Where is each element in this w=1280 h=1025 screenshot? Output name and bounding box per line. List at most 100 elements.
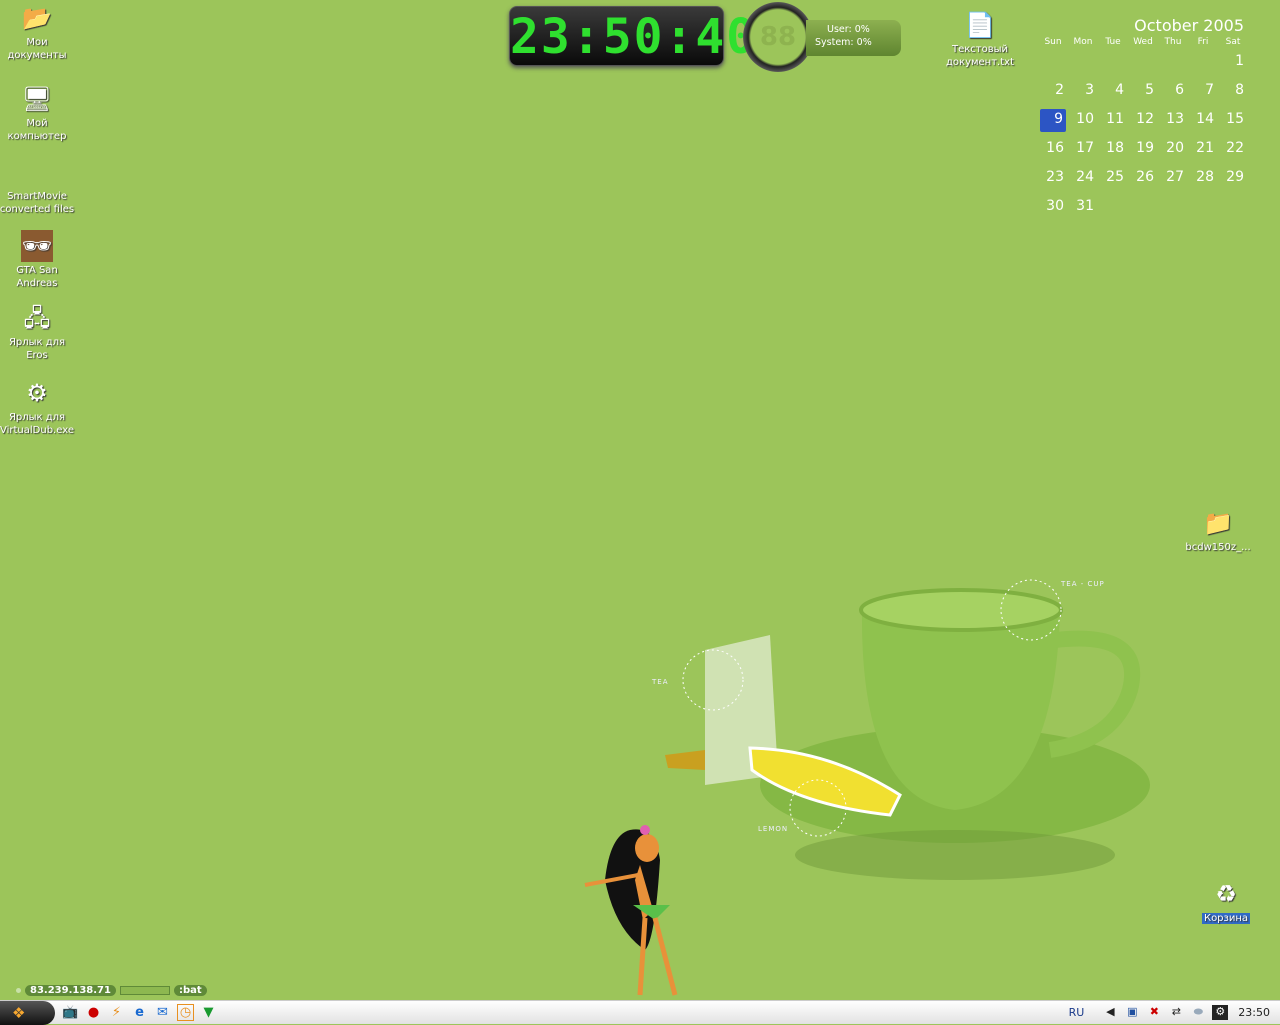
calendar-day[interactable]: 29 xyxy=(1218,163,1248,192)
clock-widget[interactable]: 23:50:40 xyxy=(509,6,755,66)
calendar-day[interactable]: 7 xyxy=(1188,76,1218,105)
calendar-day[interactable]: 12 xyxy=(1128,105,1158,134)
folder-icon: 📁 xyxy=(1203,508,1233,537)
clock-icon[interactable]: ◷ xyxy=(177,1004,194,1021)
network-shortcut-icon: 🖧 xyxy=(23,303,51,332)
cpu-user: User: 0% xyxy=(827,24,870,35)
desktop-icon-text-file[interactable]: 📄 Текстовый документ.txt xyxy=(942,9,1018,69)
calendar-empty-cell xyxy=(1188,47,1218,76)
weekday-label: Mon xyxy=(1073,37,1093,47)
calendar-day[interactable]: 21 xyxy=(1188,134,1218,163)
desktop-icon-virtualdub[interactable]: ⚙ Ярлык для VirtualDub.exe xyxy=(0,377,75,437)
wallpaper-label-cup: TEA - CUP xyxy=(1061,580,1105,588)
connection-arrows-icon[interactable]: ⇄ xyxy=(1168,1005,1184,1020)
calendar-day[interactable]: 10 xyxy=(1068,105,1098,134)
cpu-value: 88 xyxy=(759,22,797,52)
media-player-icon[interactable]: ● xyxy=(85,1004,102,1021)
calendar-day[interactable]: 14 xyxy=(1188,105,1218,134)
clock-time: 23:50:40 xyxy=(510,9,758,65)
calendar-day[interactable]: 2 xyxy=(1038,76,1068,105)
calendar-day[interactable]: 20 xyxy=(1158,134,1188,163)
computer-icon: 🖥 xyxy=(21,84,53,113)
calendar-day[interactable]: 5 xyxy=(1128,76,1158,105)
cpu-usage-panel: User: 0% System: 0% xyxy=(806,20,901,56)
calendar-empty-cell xyxy=(1068,47,1098,76)
calendar-day[interactable]: 26 xyxy=(1128,163,1158,192)
calendar-day[interactable]: 31 xyxy=(1068,192,1098,221)
system-tray: RU ◀ ▣ ✖ ⇄ ⬬ ⚙ 23:50 xyxy=(1069,1005,1270,1020)
desktop-icon-my-computer[interactable]: 🖥 Мой компьютер xyxy=(0,83,75,143)
calendar-widget: October 2005 Sun Mon Tue Wed Thu Fri Sat 12345… xyxy=(1038,16,1248,221)
network-icon[interactable]: ▣ xyxy=(1124,1005,1140,1020)
calendar-weekdays: Sun Mon Tue Wed Thu Fri Sat xyxy=(1038,37,1248,47)
battery-bar xyxy=(119,986,170,995)
calendar-day[interactable]: 4 xyxy=(1098,76,1128,105)
cpu-system: System: 0% xyxy=(815,37,872,48)
calendar-day[interactable]: 15 xyxy=(1218,105,1248,134)
tv-icon[interactable]: 📺 xyxy=(62,1004,79,1021)
language-indicator[interactable]: RU xyxy=(1069,1006,1085,1019)
tray-clock[interactable]: 23:50 xyxy=(1238,1006,1270,1019)
weekday-label: Sat xyxy=(1225,37,1241,47)
calendar-empty-cell xyxy=(1038,47,1068,76)
wallpaper-label-lemon: LEMON xyxy=(758,825,789,833)
volume-icon[interactable]: ◀ xyxy=(1102,1005,1118,1020)
calendar-day[interactable]: 28 xyxy=(1188,163,1218,192)
calendar-day[interactable]: 24 xyxy=(1068,163,1098,192)
calendar-day[interactable]: 27 xyxy=(1158,163,1188,192)
quick-launch: 📺 ● ⚡ e ✉ ◷ ▼ xyxy=(62,1004,217,1021)
calendar-day[interactable]: 1 xyxy=(1218,47,1248,76)
device-icon[interactable]: ⬬ xyxy=(1190,1005,1206,1020)
calendar-title: October 2005 xyxy=(1134,16,1244,35)
desktop-icon-gta[interactable]: 🕶 GTA San Andreas xyxy=(0,230,75,290)
start-button[interactable]: ❖ xyxy=(0,1001,55,1025)
network-status-widget: 83.239.138.71 :bat xyxy=(16,985,207,996)
calendar-empty-cell xyxy=(1158,47,1188,76)
settings-gears-icon[interactable]: ⚙ xyxy=(1212,1005,1229,1020)
calendar-empty-cell xyxy=(1098,47,1128,76)
calendar-day[interactable]: 19 xyxy=(1128,134,1158,163)
calendar-grid: 1 2 3 4 5 6 7 8 9 10 11 12 13 14 15 16 17 18 19 20 21 22 23 24 2… xyxy=(1038,47,1248,221)
wallpaper-label-tea: TEA xyxy=(652,678,669,686)
outlook-icon[interactable]: ✉ xyxy=(154,1004,171,1021)
winamp-icon[interactable]: ⚡ xyxy=(108,1004,125,1021)
weekday-label: Fri xyxy=(1197,37,1209,47)
network-disconnected-icon[interactable]: ✖ xyxy=(1146,1005,1162,1020)
weekday-label: Sun xyxy=(1044,37,1062,47)
weekday-label: Thu xyxy=(1164,37,1182,47)
folder-documents-icon: 📂 xyxy=(22,3,52,32)
desktop-icon-recycle-bin[interactable]: ♻ Корзина xyxy=(1188,878,1264,925)
weekday-label: Tue xyxy=(1105,37,1121,47)
download-arrow-icon[interactable]: ▼ xyxy=(200,1004,217,1021)
internet-explorer-icon[interactable]: e xyxy=(131,1004,148,1021)
recycle-bin-icon: ♻ xyxy=(1215,879,1237,908)
calendar-day[interactable]: 30 xyxy=(1038,192,1068,221)
weekday-label: Wed xyxy=(1133,37,1153,47)
calendar-day[interactable]: 11 xyxy=(1098,105,1128,134)
calendar-day[interactable]: 3 xyxy=(1068,76,1098,105)
calendar-day[interactable]: 9 xyxy=(1040,109,1066,132)
cpu-meter-widget[interactable]: 88 xyxy=(743,2,813,72)
calendar-day[interactable]: 18 xyxy=(1098,134,1128,163)
app-shortcut-icon: ⚙ xyxy=(26,378,48,407)
ip-address: 83.239.138.71 xyxy=(25,985,116,996)
dancing-girl-figure[interactable] xyxy=(575,820,685,1000)
calendar-day[interactable]: 13 xyxy=(1158,105,1188,134)
desktop-icon-my-documents[interactable]: 📂 Мои документы xyxy=(0,2,75,62)
desktop-icon-smartmovie[interactable]: SmartMovie converted files xyxy=(0,190,75,216)
battery-label: :bat xyxy=(173,985,207,996)
calendar-empty-cell xyxy=(1128,47,1158,76)
calendar-day[interactable]: 17 xyxy=(1068,134,1098,163)
calendar-day[interactable]: 6 xyxy=(1158,76,1188,105)
calendar-day[interactable]: 25 xyxy=(1098,163,1128,192)
game-shortcut-icon: 🕶 xyxy=(21,230,53,262)
taskbar: ❖ 📺 ● ⚡ e ✉ ◷ ▼ RU ◀ ▣ ✖ ⇄ ⬬ ⚙ 23:50 xyxy=(0,1000,1280,1025)
desktop-icon-eros[interactable]: 🖧 Ярлык для Eros xyxy=(0,302,75,362)
windows-logo-icon: ❖ xyxy=(12,1004,26,1022)
status-dot-icon xyxy=(16,988,21,993)
calendar-day[interactable]: 22 xyxy=(1218,134,1248,163)
calendar-day[interactable]: 23 xyxy=(1038,163,1068,192)
desktop-icon-bcdw[interactable]: 📁 bcdw150z_... xyxy=(1180,507,1256,554)
calendar-day[interactable]: 16 xyxy=(1038,134,1068,163)
calendar-day[interactable]: 8 xyxy=(1218,76,1248,105)
